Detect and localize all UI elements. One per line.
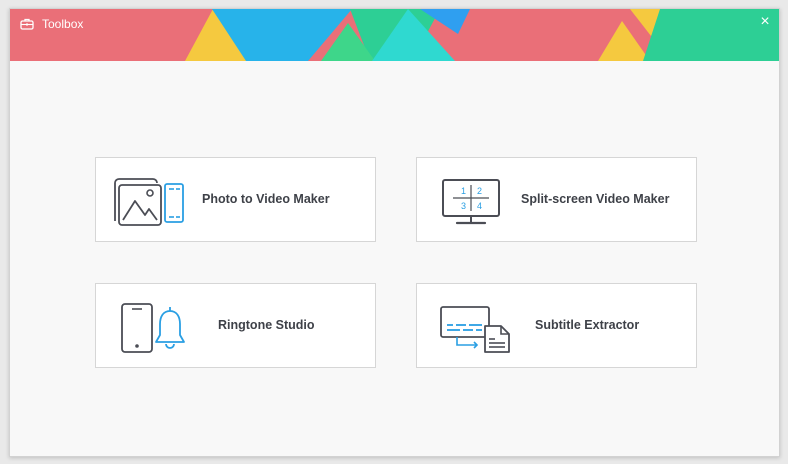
close-icon: ×: [760, 13, 770, 30]
subtitle-extractor-label: Subtitle Extractor: [535, 318, 640, 332]
split-screen-monitor-icon: 1 2 3 4: [442, 179, 500, 225]
title-bar-banner: [10, 9, 779, 61]
toolbox-window: Toolbox × Photo to Video Maker 1 2 3 4 S…: [9, 8, 780, 457]
window-title: Toolbox: [42, 17, 84, 31]
title-bar[interactable]: Toolbox ×: [10, 9, 779, 61]
ringtone-studio-label: Ringtone Studio: [218, 318, 315, 332]
photo-to-video-maker-card[interactable]: Photo to Video Maker: [95, 157, 376, 242]
split-screen-video-maker-label: Split-screen Video Maker: [521, 192, 670, 206]
close-button[interactable]: ×: [757, 14, 773, 30]
split-cell-4: 4: [477, 201, 482, 211]
split-cell-2: 2: [477, 186, 482, 196]
subtitle-extractor-card[interactable]: Subtitle Extractor: [416, 283, 697, 368]
phone-bell-icon: [121, 303, 185, 353]
toolbox-icon: [20, 18, 34, 30]
split-cell-3: 3: [461, 201, 466, 211]
ringtone-studio-card[interactable]: Ringtone Studio: [95, 283, 376, 368]
photo-film-icon: [114, 178, 184, 226]
photo-to-video-maker-label: Photo to Video Maker: [202, 192, 330, 206]
split-cell-1: 1: [461, 186, 466, 196]
split-screen-video-maker-card[interactable]: 1 2 3 4 Split-screen Video Maker: [416, 157, 697, 242]
subtitle-document-icon: [440, 306, 510, 353]
